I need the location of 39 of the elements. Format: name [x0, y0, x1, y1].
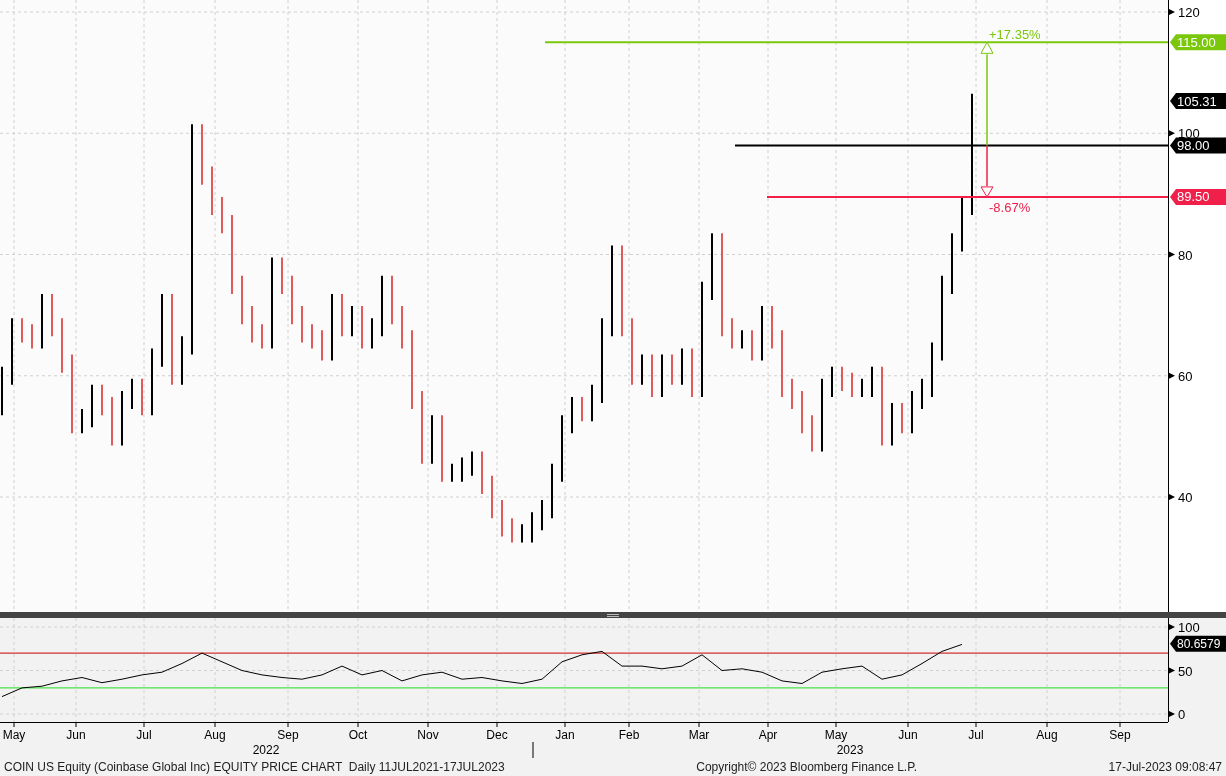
- month-label: Jul: [136, 728, 152, 742]
- month-label: Jul: [968, 728, 984, 742]
- axis-label: 100: [1178, 620, 1200, 635]
- month-label: Jun: [898, 728, 918, 742]
- month-label: Apr: [758, 728, 778, 742]
- year-label: 2022: [252, 743, 280, 757]
- month-label: Dec: [486, 728, 508, 742]
- price-label: 115.00: [1170, 34, 1226, 51]
- month-label: Jan: [555, 728, 575, 742]
- level-line[interactable]: [734, 144, 1169, 147]
- change-percent: -8.67%: [989, 199, 1031, 215]
- month-label: Nov: [417, 728, 439, 742]
- axis-label: 40: [1178, 490, 1193, 505]
- month-label: Aug: [1036, 728, 1058, 742]
- month-label: Aug: [204, 728, 226, 742]
- month-label: Oct: [348, 728, 368, 742]
- month-label: May: [824, 728, 848, 742]
- resize-handle[interactable]: [606, 614, 620, 617]
- year-label: 2023: [836, 743, 864, 757]
- change-percent: +17.35%: [989, 27, 1041, 43]
- month-label: Sep: [1109, 728, 1131, 742]
- chart-title: COIN US Equity (Coinbase Global Inc) EQUITY PRICE CHART Daily 11JUL2021-17JUL2023: [4, 759, 505, 776]
- price-label: 98.00: [1170, 137, 1226, 154]
- month-label: Feb: [618, 728, 640, 742]
- price-label: 89.50: [1170, 188, 1226, 205]
- axis-label: 0: [1178, 707, 1186, 722]
- copyright-text: Copyright© 2023 Bloomberg Finance L.P.: [696, 759, 917, 776]
- axis-label: 60: [1178, 368, 1193, 384]
- axis-label: 50: [1178, 663, 1193, 679]
- timestamp: 17-Jul-2023 09:08:47: [1108, 759, 1222, 776]
- axis-label: 80: [1178, 247, 1193, 263]
- month-label: May: [2, 728, 26, 742]
- month-label: Jun: [66, 728, 86, 742]
- down-arrow: [980, 144, 994, 198]
- month-label: Mar: [688, 728, 710, 742]
- price-label: 105.31: [1170, 93, 1226, 110]
- axis-label: 120: [1178, 5, 1200, 20]
- level-line[interactable]: [766, 195, 1169, 198]
- month-label: Sep: [277, 728, 299, 742]
